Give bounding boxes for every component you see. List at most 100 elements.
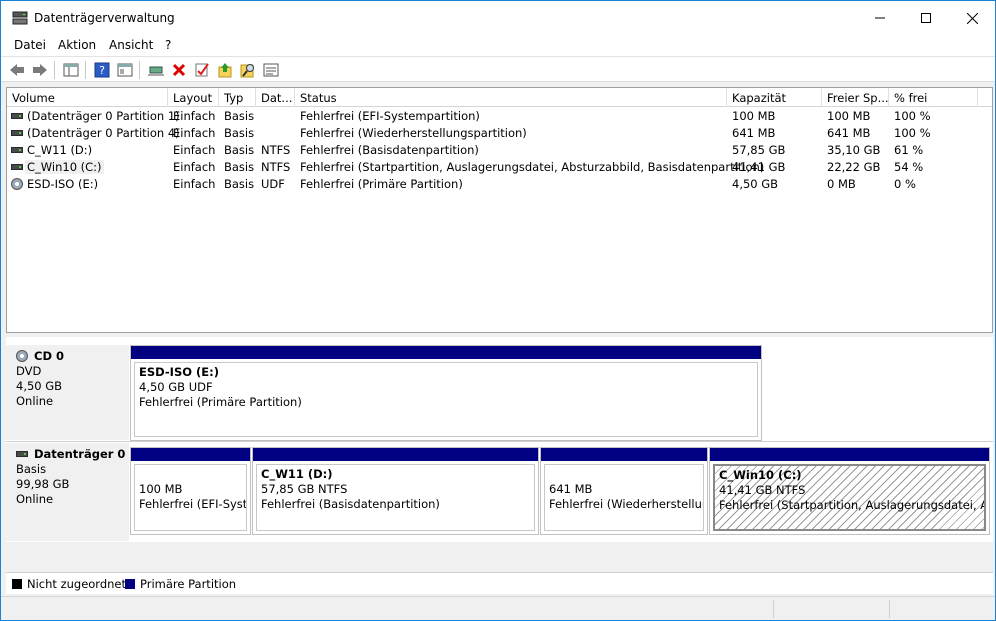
volume-row[interactable]: C_W11 (D:) Einfach Basis NTFS Fehlerfrei… [7, 142, 992, 159]
volume-row[interactable]: C_Win10 (C:) Einfach Basis NTFS Fehlerfr… [7, 159, 992, 176]
connect-button[interactable] [147, 61, 165, 79]
search-button[interactable] [239, 61, 257, 79]
disk-management-window: Datenträgerverwaltung Datei Aktion Ansic… [0, 0, 996, 621]
properties-button[interactable] [116, 61, 134, 79]
legend-label-unallocated: Nicht zugeordnet [27, 577, 127, 591]
delete-button[interactable] [170, 61, 188, 79]
disk-label-disk0[interactable]: Datenträger 0 Basis 99,98 GB Online [6, 443, 129, 541]
volume-filesystem: NTFS [261, 143, 291, 157]
menu-aktion[interactable]: Aktion [58, 38, 96, 52]
maximize-button[interactable] [903, 1, 949, 35]
upload-button[interactable] [216, 61, 234, 79]
partition-esd-iso[interactable]: ESD-ISO (E:) 4,50 GB UDF Fehlerfrei (Pri… [130, 345, 762, 441]
disk-area-filler [6, 542, 993, 569]
volume-capacity: 41,41 GB [732, 160, 786, 174]
volume-filesystem: UDF [261, 177, 285, 191]
menu-help[interactable]: ? [165, 38, 171, 52]
partition-efi[interactable]: 100 MB Fehlerfrei (EFI-Syster [130, 447, 251, 535]
volume-type: Basis [224, 126, 255, 140]
partition-status: Fehlerfrei (Wiederherstellung [549, 497, 704, 511]
column-header-free-space[interactable]: Freier Sp... [822, 88, 889, 107]
cd-drive-icon [16, 350, 28, 362]
upload-icon [218, 63, 232, 78]
volume-percent-free: 100 % [894, 126, 931, 140]
volume-icon [11, 130, 23, 136]
partition-c-win10-selected[interactable]: C_Win10 (C:) 41,41 GB NTFS Fehlerfrei (S… [709, 447, 990, 535]
volume-row[interactable]: (Datenträger 0 Partition 1) Einfach Basi… [7, 108, 992, 125]
volume-list[interactable]: Volume Layout Typ Dat... Status Kapazitä… [6, 87, 993, 333]
back-button[interactable] [8, 61, 26, 79]
volume-status: Fehlerfrei (EFI-Systempartition) [300, 109, 480, 123]
console-tree-button[interactable] [62, 61, 80, 79]
volume-capacity: 641 MB [732, 126, 776, 140]
column-header-capacity[interactable]: Kapazität [727, 88, 822, 107]
title-bar: Datenträgerverwaltung [1, 1, 995, 35]
volume-row[interactable]: ESD-ISO (E:) Einfach Basis UDF Fehlerfre… [7, 176, 992, 193]
column-header-percent-free[interactable]: % frei [889, 88, 978, 107]
volume-row[interactable]: (Datenträger 0 Partition 4) Einfach Basi… [7, 125, 992, 142]
show-hide-console-tree-icon [63, 63, 79, 77]
toolbar: ? [1, 56, 995, 82]
hard-disk-icon [16, 451, 28, 457]
volume-name: C_Win10 (C:) [25, 160, 104, 174]
partition-status: Fehlerfrei (EFI-Syster [139, 497, 247, 511]
volume-free-space: 100 MB [827, 109, 871, 123]
volume-name: (Datenträger 0 Partition 4) [27, 126, 180, 140]
forward-button[interactable] [31, 61, 49, 79]
disk-size: 4,50 GB [16, 379, 63, 393]
volume-icon [11, 164, 23, 170]
disk-kind: Basis [16, 462, 47, 476]
partition-size: 641 MB [549, 482, 593, 496]
minimize-button[interactable] [857, 1, 903, 35]
status-bar [1, 596, 995, 620]
partition-info: C_W11 (D:) 57,85 GB NTFS Fehlerfrei (Bas… [256, 464, 535, 531]
check-button[interactable] [193, 61, 211, 79]
volume-status: Fehlerfrei (Primäre Partition) [300, 177, 463, 191]
list-header: Volume Layout Typ Dat... Status Kapazitä… [7, 88, 992, 107]
help-icon: ? [94, 62, 110, 78]
volume-percent-free: 100 % [894, 109, 931, 123]
volume-layout: Einfach [173, 160, 216, 174]
column-header-volume[interactable]: Volume [7, 88, 168, 107]
partition-color-bar [131, 448, 250, 461]
forward-arrow-icon [33, 64, 47, 76]
toolbar-separator [139, 61, 140, 79]
partition-size: 57,85 GB NTFS [261, 482, 348, 496]
partition-info: C_Win10 (C:) 41,41 GB NTFS Fehlerfrei (S… [713, 464, 986, 531]
legend: Nicht zugeordnet Primäre Partition [6, 572, 993, 594]
disk-label-cd0[interactable]: CD 0 DVD 4,50 GB Online [6, 345, 129, 440]
column-header-filesystem[interactable]: Dat... [256, 88, 295, 107]
volume-status: Fehlerfrei (Basisdatenpartition) [300, 143, 479, 157]
help-button[interactable]: ? [93, 61, 111, 79]
partition-info: ESD-ISO (E:) 4,50 GB UDF Fehlerfrei (Pri… [134, 362, 758, 437]
partition-size: 100 MB [139, 482, 183, 496]
menu-ansicht[interactable]: Ansicht [109, 38, 153, 52]
legend-swatch-primary [125, 579, 135, 589]
partition-size: 4,50 GB UDF [139, 380, 213, 394]
partition-status: Fehlerfrei (Primäre Partition) [139, 395, 302, 409]
volume-icon [11, 147, 23, 153]
partition-status: Fehlerfrei (Basisdatenpartition) [261, 497, 440, 511]
volume-name: ESD-ISO (E:) [27, 177, 99, 191]
toolbar-separator [54, 61, 55, 79]
disk-graphical-view[interactable]: CD 0 DVD 4,50 GB Online ESD-ISO (E:) 4,5… [6, 337, 993, 569]
partition-title: C_W11 (D:) [261, 467, 333, 481]
partition-title: C_Win10 (C:) [719, 468, 802, 482]
partition-c-w11[interactable]: C_W11 (D:) 57,85 GB NTFS Fehlerfrei (Bas… [252, 447, 539, 535]
partition-title [549, 467, 699, 482]
close-button[interactable] [949, 1, 995, 35]
column-header-layout[interactable]: Layout [168, 88, 219, 107]
column-header-type[interactable]: Typ [219, 88, 256, 107]
check-icon [195, 63, 209, 77]
list-view-icon [263, 63, 279, 77]
toolbar-separator [85, 61, 86, 79]
partition-recovery[interactable]: 641 MB Fehlerfrei (Wiederherstellung [540, 447, 708, 535]
list-view-button[interactable] [262, 61, 280, 79]
volume-layout: Einfach [173, 177, 216, 191]
volume-type: Basis [224, 160, 255, 174]
disk-name: CD 0 [34, 349, 64, 363]
volume-percent-free: 61 % [894, 143, 924, 157]
menu-datei[interactable]: Datei [14, 38, 46, 52]
column-header-status[interactable]: Status [295, 88, 727, 107]
volume-free-space: 35,10 GB [827, 143, 881, 157]
